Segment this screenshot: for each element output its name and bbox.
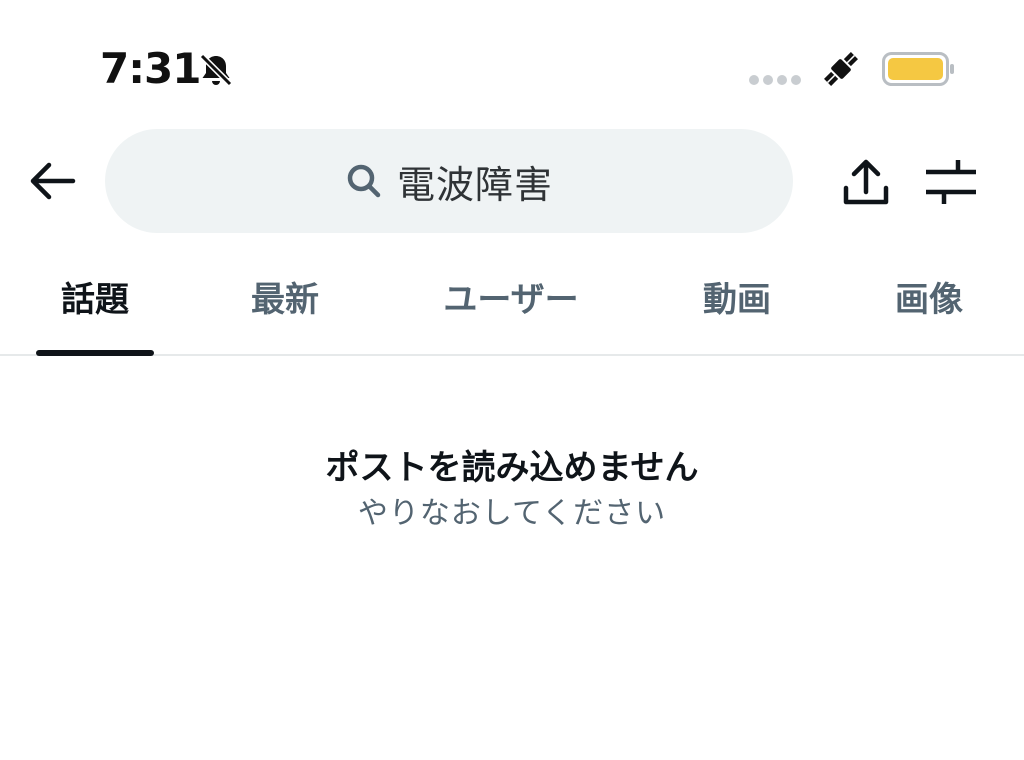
search-icon <box>347 164 381 198</box>
active-tab-indicator <box>36 350 154 356</box>
search-query-text: 電波障害 <box>396 162 553 207</box>
battery-icon <box>882 52 954 86</box>
tab-label: 動画 <box>703 280 771 320</box>
arrow-left-icon <box>30 162 76 200</box>
tab-label: 画像 <box>895 280 963 320</box>
sliders-icon <box>926 160 976 204</box>
tab-latest[interactable]: 最新 <box>226 272 344 356</box>
tab-videos[interactable]: 動画 <box>678 272 796 356</box>
search-header: 電波障害 <box>0 120 1024 242</box>
status-time: 7:31 <box>100 44 201 93</box>
empty-state: ポストを読み込めません やりなおしてください <box>0 440 1024 532</box>
tab-top[interactable]: 話題 <box>36 272 154 356</box>
tab-label: 話題 <box>61 280 129 320</box>
status-bar: 7:31 <box>0 0 1024 120</box>
tab-label: ユーザー <box>443 280 579 320</box>
retry-message[interactable]: やりなおしてください <box>0 496 1024 532</box>
search-input[interactable]: 電波障害 <box>105 129 793 233</box>
signal-dots-icon <box>749 75 801 85</box>
error-title: ポストを読み込めません <box>325 448 699 488</box>
bell-slash-icon <box>199 53 233 87</box>
satellite-icon <box>824 52 858 86</box>
search-tabs: 話題 最新 ユーザー 動画 画像 <box>0 242 1024 356</box>
search-filter-button[interactable] <box>920 152 982 212</box>
back-button[interactable] <box>24 156 80 206</box>
tab-users[interactable]: ユーザー <box>420 272 602 356</box>
share-button[interactable] <box>836 152 896 212</box>
tab-label: 最新 <box>251 280 319 320</box>
share-upload-icon <box>843 159 889 205</box>
tab-images[interactable]: 画像 <box>870 272 988 356</box>
